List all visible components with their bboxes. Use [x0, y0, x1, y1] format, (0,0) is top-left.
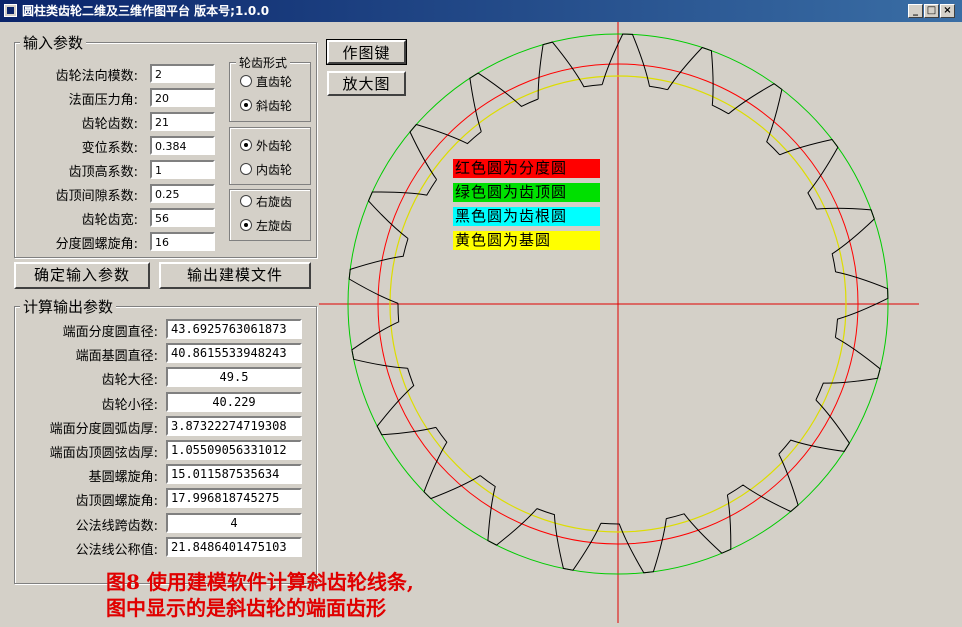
right-hand-radio[interactable]: 右旋齿: [240, 193, 292, 210]
figure-caption-line1: 图8 使用建模软件计算斜齿轮线条,: [106, 570, 414, 594]
figure-caption-line2: 图中显示的是斜齿轮的端面齿形: [106, 596, 386, 620]
output-field-label: 端面分度圆弧齿厚:: [49, 421, 158, 437]
legend-entry: 绿色圆为齿顶圆: [453, 183, 600, 202]
radio-icon: [240, 195, 252, 207]
close-icon[interactable]: ×: [940, 4, 955, 18]
radio-selected-icon: [240, 139, 252, 151]
output-field[interactable]: 43.6925763061873: [166, 319, 302, 339]
input-field[interactable]: 0.25: [150, 184, 215, 203]
external-gear-radio[interactable]: 外齿轮: [240, 137, 292, 154]
left-hand-radio[interactable]: 左旋齿: [240, 217, 292, 234]
output-field[interactable]: 40.8615533948243: [166, 343, 302, 364]
output-field-label: 端面齿顶圆弦齿厚:: [49, 446, 158, 461]
tooth-form-title: 轮齿形式: [236, 54, 291, 71]
gear-tooth-profile: [348, 33, 889, 574]
output-field-label: 齿轮小径:: [101, 397, 158, 413]
output-params-title: 计算输出参数: [20, 296, 117, 317]
input-field[interactable]: 21: [150, 112, 215, 131]
output-field-label: 基圆螺旋角:: [88, 470, 158, 486]
input-field-label: 齿顶间隙系数:: [55, 189, 138, 204]
input-field-label: 变位系数:: [81, 141, 138, 156]
input-field[interactable]: 56: [150, 208, 215, 227]
output-field[interactable]: 3.87322274719308: [166, 415, 302, 436]
export-model-button[interactable]: 输出建模文件: [159, 262, 311, 289]
radio-icon: [240, 75, 252, 87]
maximize-icon[interactable]: □: [924, 4, 939, 18]
output-field[interactable]: 1.05509056331012: [166, 440, 302, 460]
output-field-label: 公法线跨齿数:: [75, 518, 158, 534]
input-field-label: 齿顶高系数:: [68, 165, 138, 180]
input-field[interactable]: 1: [150, 160, 215, 179]
legend-entry: 红色圆为分度圆: [453, 159, 600, 178]
input-field-label: 法面压力角:: [68, 93, 138, 108]
input-field[interactable]: 20: [150, 88, 215, 107]
output-field[interactable]: 21.8486401475103: [166, 536, 302, 557]
output-field-label: 端面分度圆直径:: [62, 325, 158, 340]
input-params-title: 输入参数: [20, 32, 87, 53]
window-title: 圆柱类齿轮二维及三维作图平台 版本号;1.0.0: [22, 4, 270, 18]
legend-entry: 黄色圆为基圆: [453, 231, 600, 250]
output-field-label: 齿轮大径:: [101, 373, 158, 389]
spur-gear-radio[interactable]: 直齿轮: [240, 73, 292, 90]
output-field-label: 公法线公称值:: [75, 542, 158, 558]
output-field[interactable]: 17.996818745275: [166, 488, 302, 509]
radio-icon: [240, 163, 252, 175]
output-field-label: 齿顶圆螺旋角:: [75, 494, 158, 510]
gear-drawing: [319, 22, 919, 623]
output-field[interactable]: 15.011587535634: [166, 464, 302, 485]
legend-entry: 黑色圆为齿根圆: [453, 207, 600, 226]
input-field[interactable]: 0.384: [150, 136, 215, 155]
helical-gear-radio[interactable]: 斜齿轮: [240, 97, 292, 114]
minimize-icon[interactable]: _: [908, 4, 923, 18]
input-field-label: 分度圆螺旋角:: [55, 237, 138, 252]
output-field[interactable]: 49.5: [166, 367, 302, 388]
output-field[interactable]: 4: [166, 512, 302, 533]
input-field-label: 齿轮齿宽:: [81, 213, 138, 228]
app-icon[interactable]: [4, 4, 17, 17]
input-field-label: 齿轮齿数:: [81, 117, 138, 132]
input-field-label: 齿轮法向模数:: [55, 69, 138, 84]
gear-drawing-canvas: [319, 22, 962, 623]
output-field[interactable]: 40.229: [166, 391, 302, 412]
radio-selected-icon: [240, 219, 252, 231]
input-field[interactable]: 16: [150, 232, 215, 251]
internal-gear-radio[interactable]: 内齿轮: [240, 161, 292, 178]
output-field-label: 端面基圆直径:: [75, 349, 158, 365]
title-bar: 圆柱类齿轮二维及三维作图平台 版本号;1.0.0 _ □ ×: [0, 0, 962, 22]
radio-selected-icon: [240, 99, 252, 111]
confirm-input-button[interactable]: 确定输入参数: [14, 262, 150, 289]
input-field[interactable]: 2: [150, 64, 215, 83]
